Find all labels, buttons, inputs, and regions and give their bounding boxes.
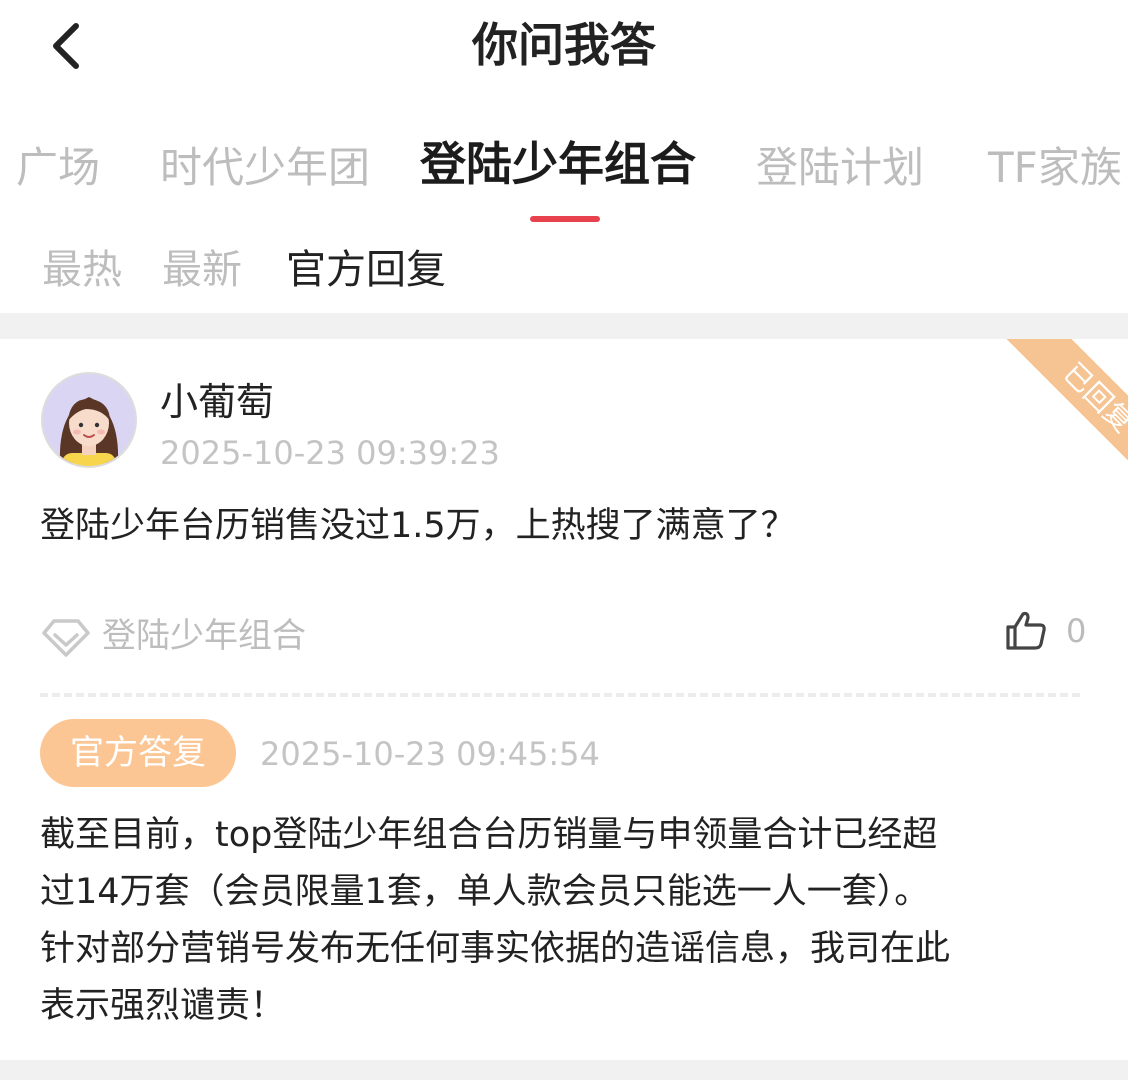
- post-timestamp: 2025-10-23 09:39:23: [160, 434, 500, 472]
- official-reply-badge: 官方答复: [40, 719, 236, 787]
- qa-card[interactable]: 已回复 小葡萄 2025-10-23 09:39:23 登陆少年台历销售没过1.…: [0, 339, 1128, 1060]
- reply-line: 截至目前，top登陆少年组合台历销量与申领量合计已经超: [40, 815, 938, 855]
- sort-tabs: 最热 最新 官方回复: [0, 240, 1128, 310]
- subtab-hottest[interactable]: 最热: [42, 240, 122, 300]
- reply-line: 针对部分营销号发布无任何事实依据的造谣信息，我司在此: [40, 929, 951, 969]
- page-title: 你问我答: [472, 18, 656, 72]
- chevron-left-icon: [53, 23, 79, 69]
- tab-guangchang[interactable]: 广场: [16, 140, 100, 196]
- reply-timestamp: 2025-10-23 09:45:54: [260, 735, 600, 773]
- tab-denglu-jihua[interactable]: 登陆计划: [756, 140, 924, 196]
- bottom-separator: [0, 1060, 1128, 1080]
- diamond-topic-icon: [42, 619, 90, 657]
- like-count: 0: [1066, 612, 1087, 650]
- active-tab-indicator: [530, 216, 600, 222]
- back-button[interactable]: [40, 18, 96, 74]
- top-nav-bar: 你问我答: [0, 0, 1128, 100]
- subtab-newest[interactable]: 最新: [162, 240, 242, 300]
- username[interactable]: 小葡萄: [160, 377, 274, 427]
- section-separator: [0, 313, 1128, 339]
- dashed-divider: [40, 693, 1080, 697]
- tab-tf-family[interactable]: TF家族: [988, 140, 1122, 196]
- tab-tnt[interactable]: 时代少年团: [160, 140, 370, 196]
- replied-ribbon: 已回复: [998, 339, 1128, 469]
- thumbs-up-icon: [1006, 611, 1046, 650]
- topic-label: 登陆少年组合: [102, 616, 306, 656]
- avatar-girl-icon: [41, 372, 137, 468]
- avatar[interactable]: [40, 371, 138, 469]
- reply-line: 过14万套（会员限量1套，单人款会员只能选一人一套）。: [40, 872, 930, 912]
- question-text: 登陆少年台历销售没过1.5万，上热搜了满意了？: [40, 506, 796, 546]
- tab-denglu-shaonian[interactable]: 登陆少年组合: [420, 136, 696, 192]
- official-reply-text: 截至目前，top登陆少年组合台历销量与申领量合计已经超 过14万套（会员限量1套…: [40, 807, 1100, 1035]
- subtab-official-reply[interactable]: 官方回复: [286, 240, 446, 300]
- reply-line: 表示强烈谴责！: [40, 986, 286, 1026]
- channel-tabs: 广场 时代少年团 登陆少年组合 登陆计划 TF家族: [0, 130, 1128, 220]
- replied-ribbon-label: 已回复: [1003, 339, 1128, 469]
